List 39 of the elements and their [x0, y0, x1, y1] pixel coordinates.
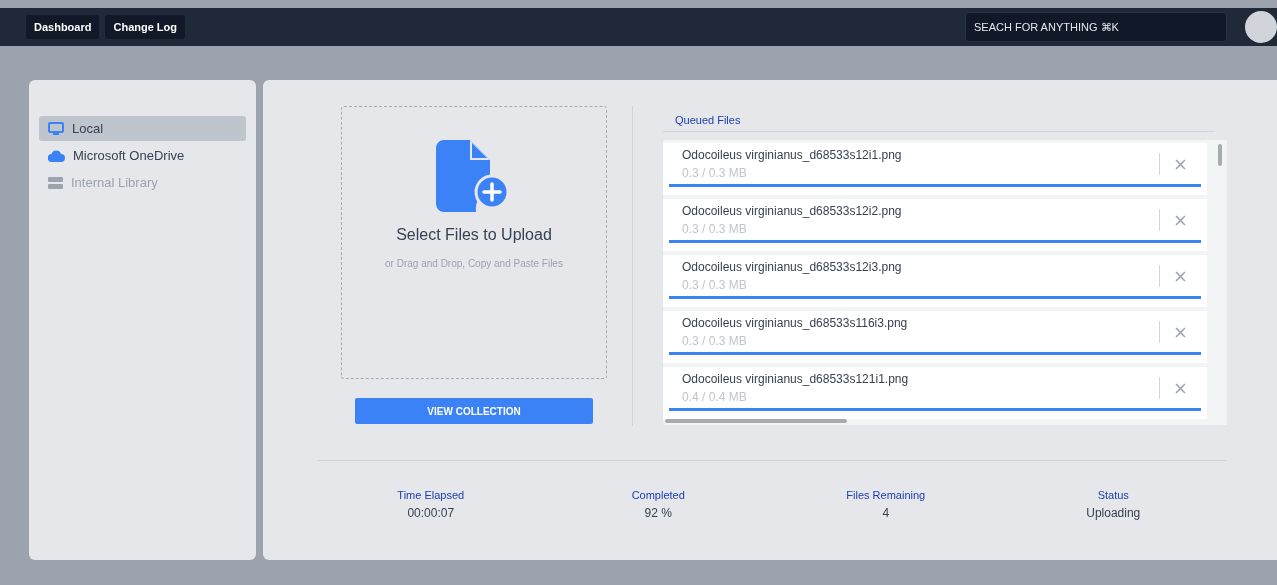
stat-label: Status — [1096, 489, 1130, 501]
file-size: 0.3 / 0.3 MB — [682, 278, 748, 292]
stat-value: Uploading — [1085, 506, 1142, 520]
cloud-icon — [48, 149, 65, 162]
close-icon — [1175, 158, 1186, 170]
sidebar-item[interactable]: Microsoft OneDrive — [39, 143, 246, 168]
file-size: 0.3 / 0.3 MB — [682, 334, 748, 348]
upload-title: Select Files to Upload — [396, 226, 552, 244]
drop-zone[interactable]: Select Files to Upload or Drag and Drop, Copy and Paste Files — [341, 106, 607, 379]
stat-value: 4 — [881, 506, 891, 520]
close-icon — [1175, 270, 1186, 282]
close-icon — [1175, 326, 1186, 338]
queue-title: Queued Files — [663, 114, 1215, 132]
stat-label: Completed — [630, 489, 686, 501]
stat-label: Time Elapsed — [396, 489, 466, 501]
file-size: 0.4 / 0.4 MB — [682, 390, 748, 404]
nav-button[interactable]: Dashboard — [26, 15, 100, 39]
scrollbar-thumb[interactable] — [1218, 144, 1222, 166]
upload-hint: or Drag and Drop, Copy and Paste Files — [385, 258, 563, 269]
file-size: 0.3 / 0.3 MB — [682, 166, 748, 180]
avatar-icon[interactable] — [1245, 11, 1277, 43]
scrollbar-thumb[interactable] — [665, 419, 847, 423]
search-field[interactable]: SEACH FOR ANYTHING ⌘K — [965, 12, 1227, 42]
close-icon — [1175, 382, 1186, 394]
file-name: Odocoileus virginianus_d68533s116i3.png — [682, 316, 909, 330]
stat-value: 00:00:07 — [406, 506, 456, 520]
monitor-icon — [48, 121, 64, 136]
stat-value: 92 % — [643, 506, 673, 520]
sidebar-item[interactable]: Local — [39, 116, 246, 141]
file-name: Odocoileus virginianus_d68533s12i1.png — [682, 148, 903, 162]
view-collection-button[interactable]: VIEW COLLECTION — [355, 398, 593, 424]
nav-button[interactable]: Change Log — [105, 15, 186, 39]
file-size: 0.3 / 0.3 MB — [682, 222, 748, 236]
server-icon — [48, 176, 63, 189]
file-name: Odocoileus virginianus_d68533s12i3.png — [682, 260, 903, 274]
close-icon — [1175, 214, 1186, 226]
stat-label: Files Remaining — [845, 489, 927, 501]
file-name: Odocoileus virginianus_d68533s12i2.png — [682, 204, 903, 218]
file-name: Odocoileus virginianus_d68533s121i1.png — [682, 372, 910, 386]
